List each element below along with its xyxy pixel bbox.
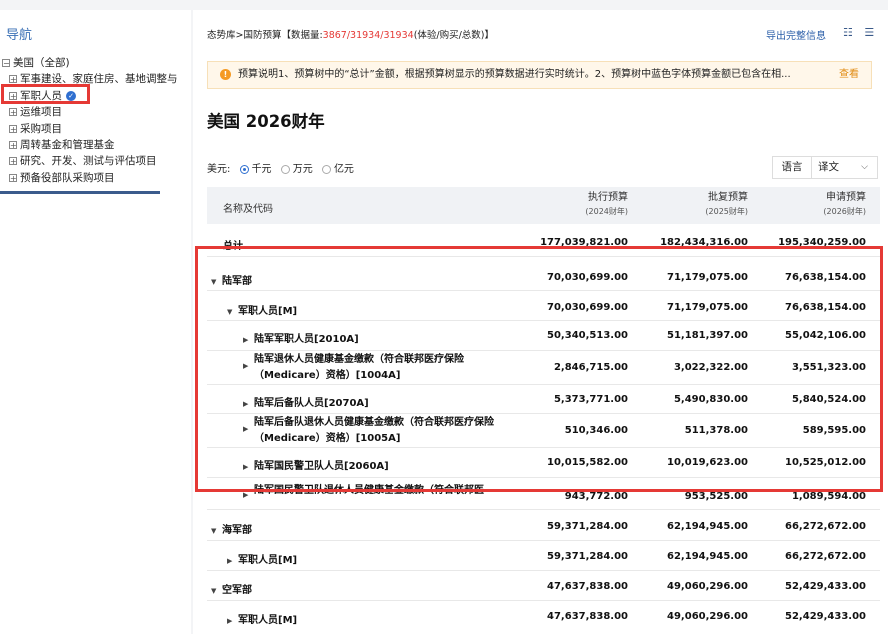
value-executed: 47,637,838.00 bbox=[547, 611, 628, 622]
highlight-box-table bbox=[195, 246, 883, 492]
radio-label[interactable]: 万元 bbox=[293, 164, 313, 175]
tree-item-reserve-procurement[interactable]: + 预备役部队采购项目 bbox=[0, 170, 185, 186]
expand-icon[interactable]: + bbox=[9, 75, 17, 84]
collapse-icon[interactable]: − bbox=[2, 59, 10, 68]
view-notice-link[interactable]: 查看 bbox=[839, 62, 859, 88]
value-approved: 49,060,296.00 bbox=[667, 611, 748, 622]
tree-item-rdte[interactable]: + 研究、开发、测试与评估项目 bbox=[0, 153, 185, 169]
expand-caret-icon[interactable]: ▶ bbox=[243, 491, 251, 499]
tree-item-usa-all[interactable]: − 美国（全部) bbox=[0, 55, 185, 71]
tree-item-label: 运维项目 bbox=[20, 106, 62, 119]
column-header-sub: (2026财年) bbox=[823, 207, 866, 216]
export-button[interactable]: 导出完整信息 bbox=[766, 27, 826, 42]
expand-icon[interactable]: + bbox=[9, 173, 17, 182]
data-count: 3867/31934/31934 bbox=[322, 30, 414, 41]
row-name: ▶ 军职人员[M] bbox=[227, 611, 297, 626]
expand-icon[interactable]: + bbox=[9, 157, 17, 166]
column-header-sub: (2025财年) bbox=[705, 207, 748, 216]
tree-item-operations[interactable]: + 运维项目 bbox=[0, 104, 185, 120]
expand-icon[interactable]: + bbox=[9, 140, 17, 149]
breadcrumb-suffix: (体验/购买/总数)】 bbox=[413, 30, 495, 41]
row-label: 空军部 bbox=[222, 585, 252, 596]
language-value: 译文 bbox=[818, 161, 839, 173]
chevron-down-icon: ⌵ bbox=[861, 162, 868, 172]
row-label: 海军部 bbox=[222, 525, 252, 536]
row-name: ▼ 空军部 bbox=[211, 581, 252, 596]
tree-item-label: 美国（全部) bbox=[13, 57, 70, 69]
tree-item-label: 研究、开发、测试与评估项目 bbox=[20, 155, 157, 168]
value-requested: 1,089,594.00 bbox=[791, 491, 866, 502]
row-name: ▶ 军职人员[M] bbox=[227, 551, 297, 566]
value-executed: 47,637,838.00 bbox=[547, 581, 628, 592]
value-executed: 943,772.00 bbox=[564, 491, 628, 502]
radio-label[interactable]: 千元 bbox=[252, 164, 272, 175]
value-executed: 59,371,284.00 bbox=[547, 521, 628, 532]
notice-bar: ! 预算说明1、预算树中的“总计”金额，根据预算树显示的预算数据进行实时统计。2… bbox=[207, 61, 872, 89]
value-approved: 953,525.00 bbox=[684, 491, 748, 502]
column-header-label: 批复预算 bbox=[708, 192, 748, 203]
row-label: 军职人员[M] bbox=[238, 555, 298, 566]
page-title: 美国 2026财年 bbox=[207, 112, 325, 131]
value-approved: 49,060,296.00 bbox=[667, 581, 748, 592]
view-toggle-icon[interactable]: ☷ ☰ bbox=[843, 26, 878, 39]
highlight-box-sidebar bbox=[1, 84, 90, 104]
column-header-executed: 执行预算 (2024财年) bbox=[585, 191, 628, 219]
table-row[interactable]: ▶ 军职人员[M] 47,637,838.00 49,060,296.00 52,… bbox=[207, 601, 880, 631]
tree-item-revolving-funds[interactable]: + 周转基金和管理基金 bbox=[0, 137, 185, 153]
language-label: 语言 bbox=[773, 157, 812, 178]
expand-icon[interactable]: + bbox=[9, 124, 17, 133]
language-select[interactable]: 语言 译文 ⌵ bbox=[772, 156, 878, 179]
unit-label: 美元: bbox=[207, 164, 231, 175]
table-row[interactable]: ▼ 空军部 47,637,838.00 49,060,296.00 52,429,… bbox=[207, 571, 880, 601]
collapse-caret-icon[interactable]: ▼ bbox=[211, 527, 219, 535]
column-header-label: 申请预算 bbox=[826, 192, 866, 203]
column-header-requested: 申请预算 (2026财年) bbox=[823, 191, 866, 219]
row-label: 军职人员[M] bbox=[238, 615, 298, 626]
table-header: 名称及代码 执行预算 (2024财年) 批复预算 (2025财年) 申请预算 (202… bbox=[207, 187, 880, 224]
column-header-label: 执行预算 bbox=[588, 192, 628, 203]
value-requested: 66,272,672.00 bbox=[785, 521, 866, 532]
warning-icon: ! bbox=[220, 69, 231, 80]
table-row[interactable]: ▼ 海军部 59,371,284.00 62,194,945.00 66,272,… bbox=[207, 510, 880, 541]
value-executed: 59,371,284.00 bbox=[547, 551, 628, 562]
radio-thousand[interactable] bbox=[239, 164, 249, 174]
column-header-sub: (2024财年) bbox=[585, 207, 628, 216]
notice-text: 预算说明1、预算树中的“总计”金额，根据预算树显示的预算数据进行实时统计。2、预… bbox=[238, 69, 791, 80]
expand-icon[interactable]: + bbox=[9, 108, 17, 117]
value-requested: 52,429,433.00 bbox=[785, 611, 866, 622]
radio-label[interactable]: 亿元 bbox=[334, 164, 354, 175]
tree-item-label: 预备役部队采购项目 bbox=[20, 171, 115, 184]
value-requested: 52,429,433.00 bbox=[785, 581, 866, 592]
breadcrumb-prefix: 态势库>国防预算【数据量: bbox=[207, 30, 323, 41]
nav-title: 导航 bbox=[6, 28, 33, 43]
radio-hundred-million[interactable] bbox=[321, 164, 331, 174]
row-name: ▼ 海军部 bbox=[211, 521, 252, 536]
expand-caret-icon[interactable]: ▶ bbox=[227, 617, 235, 625]
column-header-approved: 批复预算 (2025财年) bbox=[705, 191, 748, 219]
value-approved: 62,194,945.00 bbox=[667, 521, 748, 532]
tree-item-procurement[interactable]: + 采购项目 bbox=[0, 121, 185, 137]
column-header-name: 名称及代码 bbox=[223, 204, 273, 215]
table-row[interactable]: ▶ 军职人员[M] 59,371,284.00 62,194,945.00 66,… bbox=[207, 541, 880, 571]
tree-item-label: 采购项目 bbox=[20, 122, 62, 135]
value-approved: 62,194,945.00 bbox=[667, 551, 748, 562]
breadcrumb: 态势库>国防预算【数据量:3867/31934/31934(体验/购买/总数)】 bbox=[207, 27, 494, 41]
unit-selector: 美元: 千元 万元 亿元 bbox=[207, 160, 354, 175]
radio-ten-thousand[interactable] bbox=[280, 164, 290, 174]
horizontal-scrollbar[interactable] bbox=[0, 191, 160, 194]
expand-caret-icon[interactable]: ▶ bbox=[227, 557, 235, 565]
collapse-caret-icon[interactable]: ▼ bbox=[211, 587, 219, 595]
tree-item-label: 周转基金和管理基金 bbox=[20, 138, 115, 151]
nav-tree: − 美国（全部) + 军事建设、家庭住房、基地调整与 + 军职人员 ✓ + 运维项目 + 采… bbox=[0, 55, 185, 186]
value-requested: 66,272,672.00 bbox=[785, 551, 866, 562]
